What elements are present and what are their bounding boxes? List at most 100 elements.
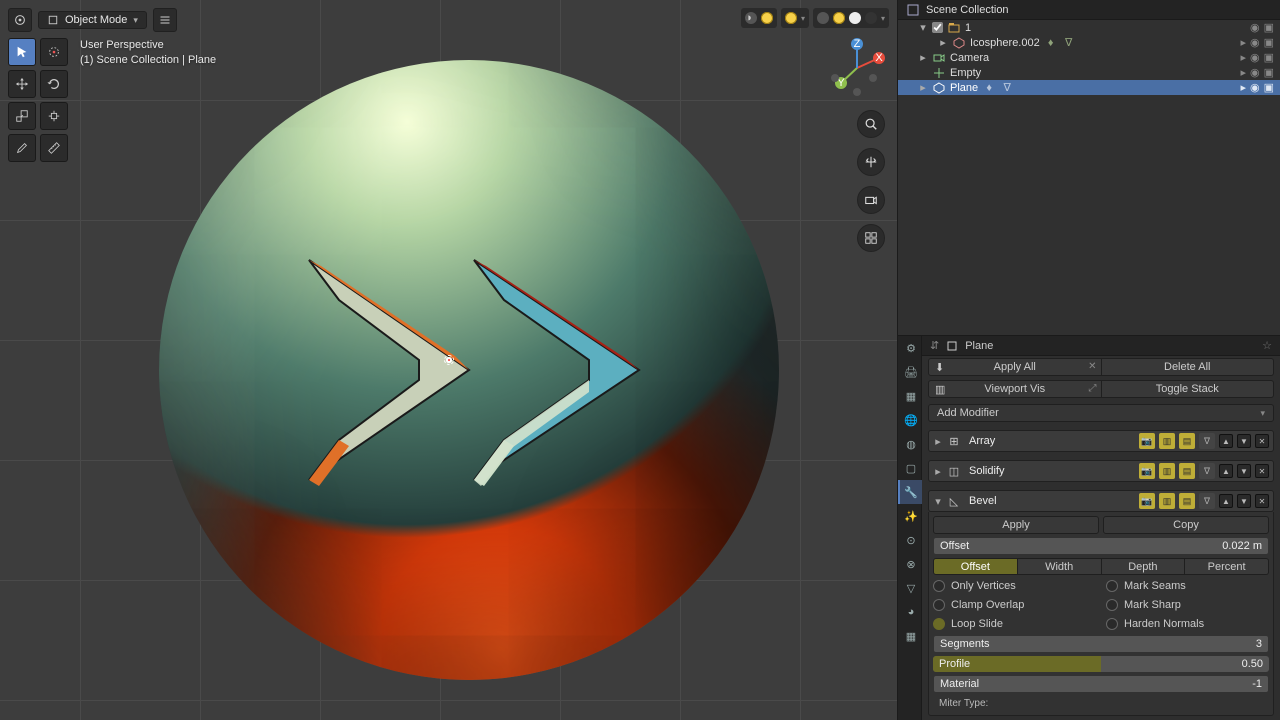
modifier-name[interactable]: Bevel: [965, 495, 1135, 507]
visibility-icon[interactable]: ◉: [1250, 21, 1260, 34]
move-tool[interactable]: [8, 70, 36, 98]
outliner-object-row-active[interactable]: ▸ Plane ♦ ∇ ▸ ◉ ▣: [898, 80, 1280, 95]
copy-button[interactable]: Copy: [1103, 516, 1269, 534]
tab-world[interactable]: ◍: [898, 432, 922, 456]
disclosure-triangle-icon[interactable]: ▸: [938, 36, 948, 49]
tab-render[interactable]: ⚙: [898, 336, 922, 360]
viewport-3d[interactable]: Object Mode ▾ ◑ ▾ ▾: [0, 0, 897, 720]
lookdev-shading-icon[interactable]: [849, 12, 861, 24]
measure-tool[interactable]: [40, 134, 68, 162]
disclosure-triangle-icon[interactable]: ▸: [933, 465, 943, 478]
add-modifier-dropdown[interactable]: Add Modifier ▾: [928, 404, 1274, 422]
disclosure-triangle-icon[interactable]: ▾: [933, 495, 943, 508]
transform-tool[interactable]: [40, 102, 68, 130]
disclosure-triangle-icon[interactable]: ▸: [933, 435, 943, 448]
gizmo-toggle-icon[interactable]: ◑: [745, 12, 757, 24]
check-only-vertices[interactable]: Only Vertices: [933, 578, 1096, 594]
tab-width[interactable]: Width: [1018, 558, 1102, 575]
move-down-icon[interactable]: ▼: [1237, 494, 1251, 508]
viewport-toggle-icon[interactable]: ▥: [1159, 433, 1175, 449]
orientation-gizmo[interactable]: X Y Z: [827, 38, 887, 98]
cage-toggle-icon[interactable]: ∇: [1199, 493, 1215, 509]
outliner-tree[interactable]: ▾ 1 ◉ ▣ ▸ Icosphere.002 ♦ ∇ ▸: [898, 20, 1280, 335]
camera-view-icon[interactable]: [857, 186, 885, 214]
disclosure-icon[interactable]: ▸: [1240, 66, 1246, 79]
disclosure-icon[interactable]: ▸: [1240, 36, 1246, 49]
move-up-icon[interactable]: ▲: [1219, 434, 1233, 448]
render-toggle-icon[interactable]: 📷: [1139, 433, 1155, 449]
close-icon[interactable]: ✕: [1088, 361, 1096, 372]
remove-modifier-icon[interactable]: ✕: [1255, 464, 1269, 478]
disclosure-icon[interactable]: ▸: [1240, 81, 1246, 94]
collection-enable-checkbox[interactable]: [932, 22, 943, 33]
check-mark-seams[interactable]: Mark Seams: [1106, 578, 1269, 594]
zoom-icon[interactable]: [857, 110, 885, 138]
xray-toggle-icon[interactable]: [785, 12, 797, 24]
remove-modifier-icon[interactable]: ✕: [1255, 434, 1269, 448]
annotate-tool[interactable]: [8, 134, 36, 162]
solid-shading-icon[interactable]: [833, 12, 845, 24]
check-harden-normals[interactable]: Harden Normals: [1106, 616, 1269, 632]
disclosure-triangle-icon[interactable]: ▾: [918, 21, 928, 34]
modifier-name[interactable]: Array: [965, 435, 1135, 447]
cage-toggle-icon[interactable]: ∇: [1199, 463, 1215, 479]
delete-all-button[interactable]: Delete All: [1102, 358, 1275, 376]
viewport-vis-button[interactable]: ▥ Viewport Vis ⤢: [928, 380, 1102, 398]
tab-physics[interactable]: ⊙: [898, 528, 922, 552]
check-mark-sharp[interactable]: Mark Sharp: [1106, 597, 1269, 613]
visibility-icon[interactable]: ◉: [1250, 66, 1260, 79]
pin-toggle-icon[interactable]: ☆: [1262, 339, 1272, 352]
apply-button[interactable]: Apply: [933, 516, 1099, 534]
toggle-stack-button[interactable]: Toggle Stack: [1102, 380, 1275, 398]
move-down-icon[interactable]: ▼: [1237, 434, 1251, 448]
remove-modifier-icon[interactable]: ✕: [1255, 494, 1269, 508]
move-up-icon[interactable]: ▲: [1219, 464, 1233, 478]
expand-icon[interactable]: ⤢: [1089, 383, 1097, 394]
rendered-shading-icon[interactable]: [865, 12, 877, 24]
render-icon[interactable]: ▣: [1264, 21, 1274, 34]
outliner-object-row[interactable]: ▸ Icosphere.002 ♦ ∇ ▸ ◉ ▣: [898, 35, 1280, 50]
modifier-header[interactable]: ▾ ◺ Bevel 📷 ▥ ▤ ∇ ▲ ▼ ✕: [928, 490, 1274, 512]
segments-field[interactable]: Segments 3: [933, 635, 1269, 653]
perspective-toggle-icon[interactable]: [857, 224, 885, 252]
cursor-tool[interactable]: [40, 38, 68, 66]
visibility-icon[interactable]: ◉: [1250, 51, 1260, 64]
editor-menus-button[interactable]: [153, 8, 177, 32]
tab-texture[interactable]: ▦: [898, 624, 922, 648]
chevron-down-icon[interactable]: ▾: [801, 14, 805, 23]
check-clamp-overlap[interactable]: Clamp Overlap: [933, 597, 1096, 613]
editmode-toggle-icon[interactable]: ▤: [1179, 433, 1195, 449]
move-down-icon[interactable]: ▼: [1237, 464, 1251, 478]
chevron-down-icon[interactable]: ▾: [881, 14, 885, 23]
render-icon[interactable]: ▣: [1264, 36, 1274, 49]
outliner-collection-row[interactable]: ▾ 1 ◉ ▣: [898, 20, 1280, 35]
profile-slider[interactable]: Profile 0.50: [933, 656, 1269, 672]
viewport-toggle-icon[interactable]: ▥: [1159, 493, 1175, 509]
render-icon[interactable]: ▣: [1264, 81, 1274, 94]
editmode-toggle-icon[interactable]: ▤: [1179, 463, 1195, 479]
editor-type-button[interactable]: [8, 8, 32, 32]
rotate-tool[interactable]: [40, 70, 68, 98]
disclosure-triangle-icon[interactable]: ▸: [918, 51, 928, 64]
offset-field[interactable]: Offset 0.022 m: [933, 537, 1269, 555]
render-icon[interactable]: ▣: [1264, 66, 1274, 79]
disclosure-icon[interactable]: ▸: [1240, 51, 1246, 64]
outliner-object-row[interactable]: Empty ▸ ◉ ▣: [898, 65, 1280, 80]
tab-viewlayer[interactable]: ▦: [898, 384, 922, 408]
pan-icon[interactable]: [857, 148, 885, 176]
mode-dropdown[interactable]: Object Mode ▾: [38, 11, 147, 29]
select-tool[interactable]: [8, 38, 36, 66]
render-icon[interactable]: ▣: [1264, 51, 1274, 64]
check-loop-slide[interactable]: Loop Slide: [933, 616, 1096, 632]
tab-constraints[interactable]: ⊗: [898, 552, 922, 576]
wireframe-shading-icon[interactable]: [817, 12, 829, 24]
tab-scene[interactable]: 🌐: [898, 408, 922, 432]
material-field[interactable]: Material -1: [933, 675, 1269, 693]
visibility-icon[interactable]: ◉: [1250, 81, 1260, 94]
modifier-header[interactable]: ▸ ◫ Solidify 📷 ▥ ▤ ∇ ▲ ▼ ✕: [928, 460, 1274, 482]
editmode-toggle-icon[interactable]: ▤: [1179, 493, 1195, 509]
tab-depth[interactable]: Depth: [1102, 558, 1186, 575]
tab-offset[interactable]: Offset: [933, 558, 1018, 575]
overlays-toggle-icon[interactable]: [761, 12, 773, 24]
viewport-toggle-icon[interactable]: ▥: [1159, 463, 1175, 479]
